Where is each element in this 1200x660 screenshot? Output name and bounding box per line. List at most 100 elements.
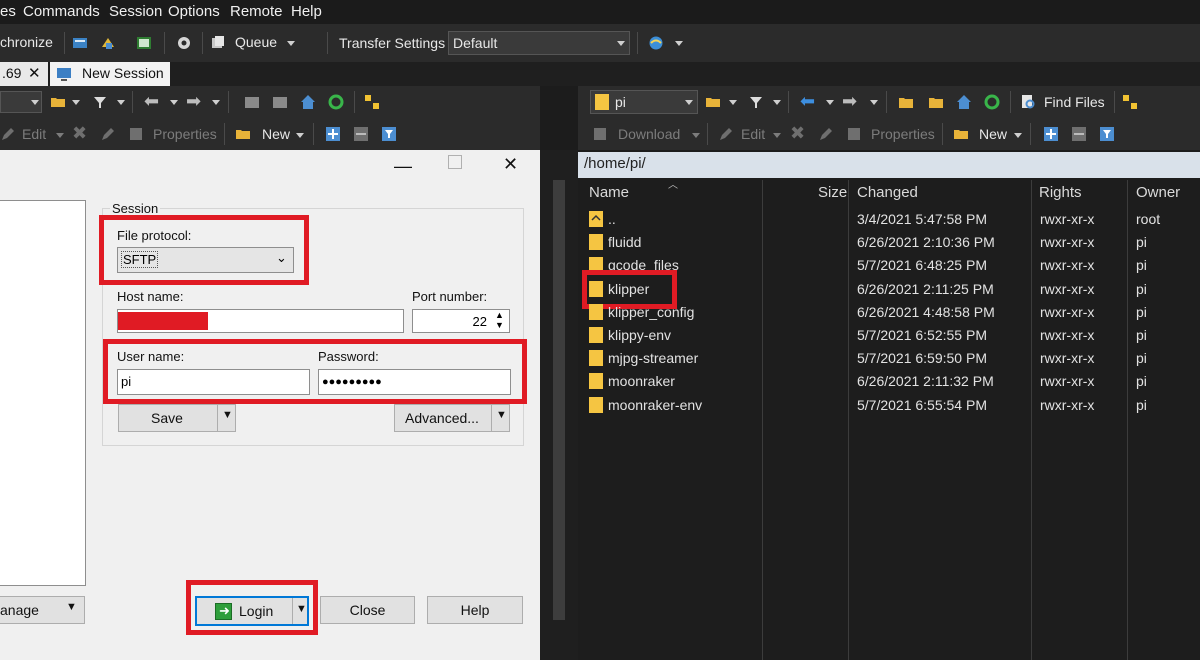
- column-header-size[interactable]: Size: [818, 180, 847, 206]
- root-directory-icon[interactable]: [928, 94, 944, 110]
- parent-directory-icon[interactable]: [898, 94, 914, 110]
- chevron-down-icon[interactable]: [170, 100, 178, 105]
- right-properties-button[interactable]: Properties: [871, 126, 935, 142]
- terminal-icon[interactable]: [136, 35, 152, 51]
- tree-icon[interactable]: [1122, 94, 1138, 110]
- chevron-down-icon[interactable]: [773, 100, 781, 105]
- parent-directory-icon[interactable]: [244, 94, 260, 110]
- site-tree[interactable]: [0, 200, 86, 586]
- left-new-button[interactable]: New: [262, 126, 290, 142]
- edit-pencil-icon[interactable]: [718, 126, 734, 142]
- column-divider[interactable]: [762, 180, 763, 660]
- chevron-down-icon[interactable]: [870, 100, 878, 105]
- column-divider[interactable]: [1031, 180, 1032, 660]
- menu-commands[interactable]: Commands: [23, 3, 100, 20]
- column-header-owner[interactable]: Owner: [1136, 180, 1180, 206]
- find-files-button[interactable]: Find Files: [1044, 94, 1105, 110]
- select-plus-icon[interactable]: [325, 126, 341, 142]
- unselect-minus-icon[interactable]: [1071, 126, 1087, 142]
- chevron-down-icon[interactable]: ▼: [66, 601, 77, 613]
- chevron-down-icon[interactable]: [296, 133, 304, 138]
- edit-pencil-icon[interactable]: [0, 126, 16, 142]
- forward-arrow-icon[interactable]: ➡: [842, 91, 857, 112]
- new-folder-icon[interactable]: [953, 126, 969, 142]
- chevron-down-icon[interactable]: ▼: [496, 409, 507, 421]
- back-arrow-icon[interactable]: ⬅: [800, 91, 815, 112]
- delete-x-icon[interactable]: ✖: [790, 123, 805, 144]
- rename-icon[interactable]: [100, 126, 116, 142]
- unselect-minus-icon[interactable]: [353, 126, 369, 142]
- chevron-down-icon[interactable]: [729, 100, 737, 105]
- left-pane-scrollbar[interactable]: [553, 180, 565, 620]
- tree-icon[interactable]: [364, 94, 380, 110]
- compare-directories-icon[interactable]: [72, 35, 88, 51]
- menu-options[interactable]: Options: [168, 3, 220, 20]
- path-bar[interactable]: /home/pi/: [578, 152, 1200, 178]
- select-plus-icon[interactable]: [1043, 126, 1059, 142]
- menu-remote[interactable]: Remote: [230, 3, 283, 20]
- properties-icon[interactable]: [128, 126, 144, 142]
- manage-button[interactable]: anage ▼: [0, 596, 85, 624]
- pane-splitter[interactable]: [540, 150, 578, 660]
- download-icon[interactable]: [592, 126, 608, 142]
- chevron-down-icon[interactable]: [212, 100, 220, 105]
- left-properties-button[interactable]: Properties: [153, 126, 217, 142]
- properties-icon[interactable]: [846, 126, 862, 142]
- queue-dropdown-arrow[interactable]: [287, 41, 295, 46]
- left-edit-button[interactable]: Edit: [22, 126, 46, 142]
- synchronize-button[interactable]: chronize: [0, 34, 53, 50]
- home-icon[interactable]: [956, 94, 972, 110]
- root-directory-icon[interactable]: [272, 94, 288, 110]
- right-directory-select[interactable]: pi: [590, 90, 698, 114]
- right-new-button[interactable]: New: [979, 126, 1007, 142]
- menu-help[interactable]: Help: [291, 3, 322, 20]
- filter-icon[interactable]: [92, 94, 108, 110]
- column-header-rights[interactable]: Rights: [1039, 180, 1082, 206]
- port-number-stepper[interactable]: 22 ▲ ▼: [412, 309, 510, 333]
- delete-x-icon[interactable]: ✖: [72, 123, 87, 144]
- transfer-settings-globe-icon[interactable]: [648, 35, 664, 51]
- home-icon[interactable]: [300, 94, 316, 110]
- chevron-down-icon[interactable]: ▼: [222, 409, 233, 421]
- chevron-down-icon[interactable]: [1014, 133, 1022, 138]
- filter-select-icon[interactable]: [1099, 126, 1115, 142]
- chevron-down-icon[interactable]: [692, 133, 700, 138]
- back-arrow-icon[interactable]: ⬅: [144, 91, 159, 112]
- rename-icon[interactable]: [818, 126, 834, 142]
- close-icon[interactable]: ✕: [503, 154, 518, 175]
- help-button[interactable]: Help: [427, 596, 523, 624]
- refresh-icon[interactable]: [328, 94, 344, 110]
- queue-button[interactable]: Queue: [235, 34, 277, 50]
- find-files-icon[interactable]: [1020, 94, 1036, 110]
- filter-icon[interactable]: [748, 94, 764, 110]
- tab-session[interactable]: .69 ✕: [0, 62, 48, 86]
- column-header-name[interactable]: Name: [589, 180, 629, 206]
- preferences-gear-icon[interactable]: [176, 35, 192, 51]
- stepper-arrows-icon[interactable]: ▲ ▼: [495, 310, 504, 330]
- close-button[interactable]: Close: [320, 596, 415, 624]
- tab-new-session[interactable]: New Session: [50, 62, 170, 86]
- new-folder-icon[interactable]: [235, 126, 251, 142]
- chevron-down-icon[interactable]: [826, 100, 834, 105]
- refresh-icon[interactable]: [984, 94, 1000, 110]
- queue-icon[interactable]: [210, 35, 226, 51]
- column-header-changed[interactable]: Changed: [857, 180, 918, 206]
- open-folder-icon[interactable]: [50, 94, 66, 110]
- chevron-down-icon[interactable]: [72, 100, 80, 105]
- download-button[interactable]: Download: [618, 126, 680, 142]
- advanced-button[interactable]: Advanced... ▼: [394, 404, 510, 432]
- forward-arrow-icon[interactable]: ➡: [186, 91, 201, 112]
- chevron-down-icon[interactable]: [773, 133, 781, 138]
- close-icon[interactable]: ✕: [28, 64, 41, 82]
- minimize-icon[interactable]: —: [394, 156, 412, 177]
- chevron-down-icon[interactable]: [675, 41, 683, 46]
- chevron-down-icon[interactable]: [117, 100, 125, 105]
- transfer-settings-select[interactable]: Default: [448, 31, 630, 55]
- left-directory-select[interactable]: [0, 91, 42, 113]
- keep-up-to-date-icon[interactable]: [100, 35, 116, 51]
- column-divider[interactable]: [848, 180, 849, 660]
- right-edit-button[interactable]: Edit: [741, 126, 765, 142]
- open-folder-icon[interactable]: [705, 94, 721, 110]
- menu-files[interactable]: es: [0, 3, 16, 20]
- chevron-down-icon[interactable]: [56, 133, 64, 138]
